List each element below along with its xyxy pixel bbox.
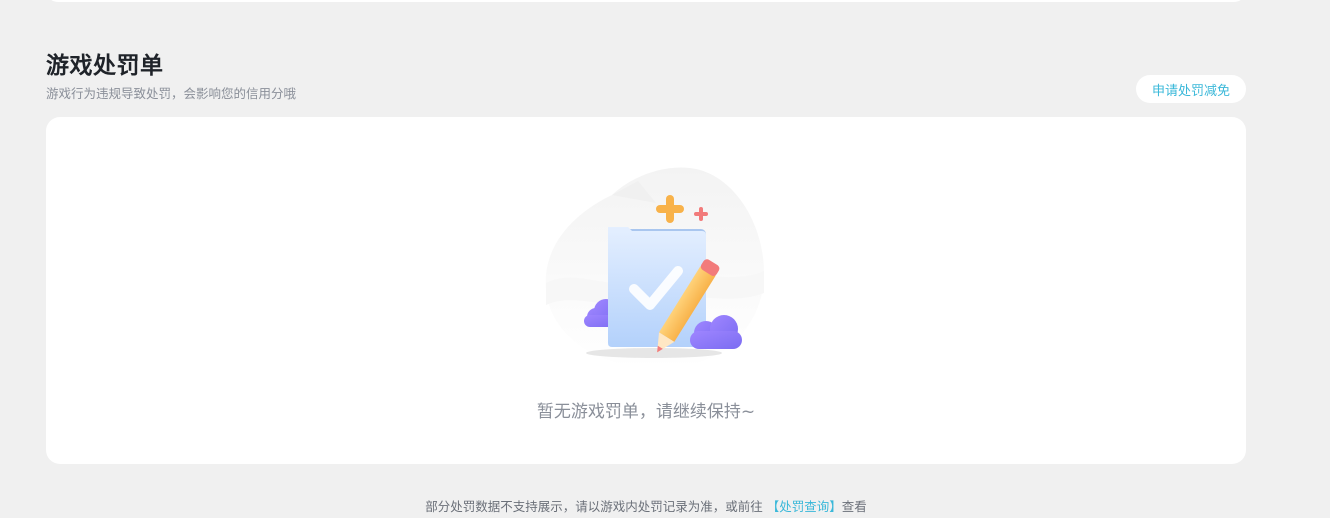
footer-note-prefix: 部分处罚数据不支持展示，请以游戏内处罚记录为准，或前往	[425, 499, 763, 514]
penalty-query-link[interactable]: 【处罚查询】	[767, 499, 842, 514]
section-title: 游戏处罚单	[46, 53, 164, 79]
footer-note-suffix: 查看	[841, 499, 867, 514]
empty-clipboard-check-icon	[545, 167, 764, 370]
empty-state-message: 暂无游戏罚单，请继续保持~	[536, 402, 756, 422]
footer-note: 部分处罚数据不支持展示，请以游戏内处罚记录为准，或前往 【处罚查询】查看	[0, 496, 1292, 515]
section-subtitle: 游戏行为违规导致处罚，会影响您的信用分哦	[46, 86, 297, 101]
penalty-list-card: 暂无游戏罚单，请继续保持~	[46, 117, 1246, 464]
previous-card-edge	[46, 0, 1246, 2]
page: 游戏处罚单 游戏行为违规导致处罚，会影响您的信用分哦 申请处罚减免 暂无游戏罚单…	[0, 0, 1330, 518]
apply-penalty-reduction-button[interactable]: 申请处罚减免	[1136, 75, 1246, 103]
